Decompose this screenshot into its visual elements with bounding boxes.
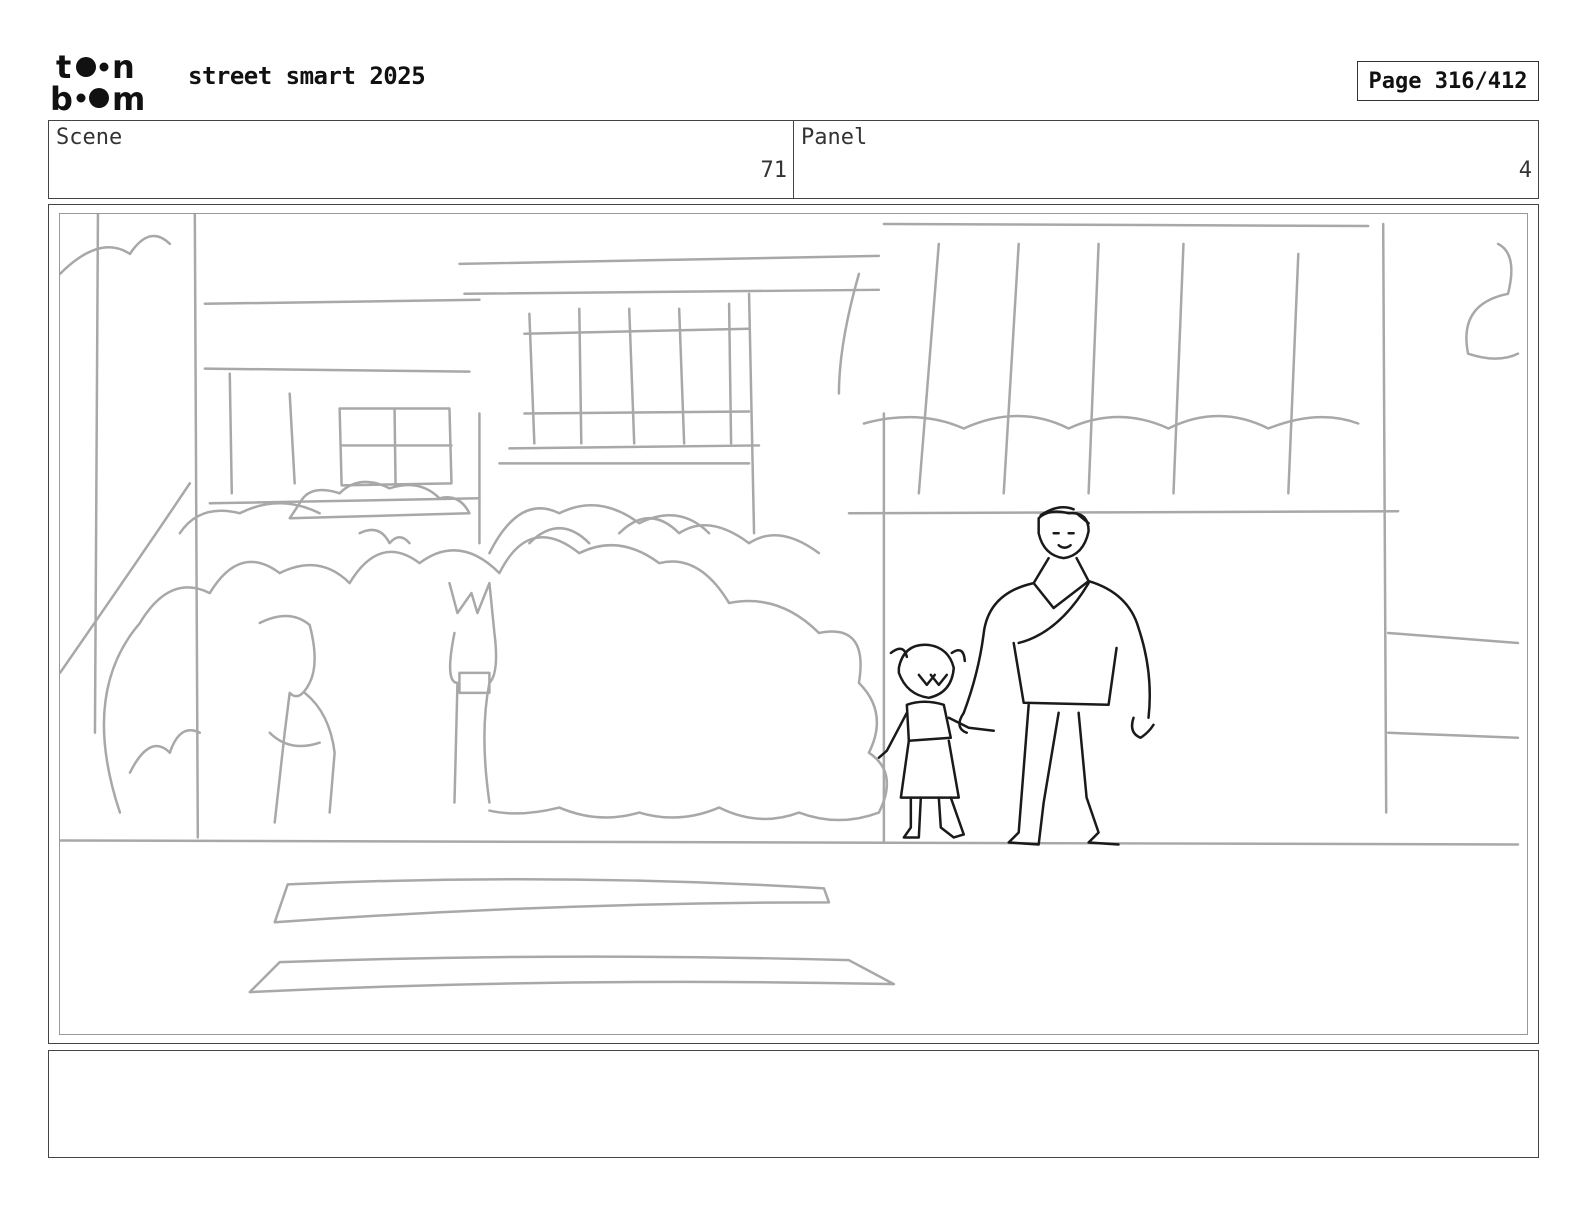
scene-label: Scene <box>56 125 123 150</box>
scene-number: 71 <box>760 158 788 183</box>
storyboard-panel <box>48 204 1539 1044</box>
panel-number: 4 <box>1518 158 1532 183</box>
page-counter: Page 316/412 <box>1357 61 1539 101</box>
logo-mark: t n b m <box>50 50 145 112</box>
scene-cell: Scene 71 <box>49 121 793 198</box>
panel-safe-area <box>59 213 1528 1035</box>
background-sketch <box>60 214 1520 994</box>
scene-panel-info: Scene 71 Panel 4 <box>48 120 1539 199</box>
panel-label: Panel <box>801 125 868 150</box>
toon-boom-logo: t n b m <box>50 50 166 112</box>
project-title: street smart 2025 <box>188 62 426 90</box>
panel-notes <box>48 1050 1539 1158</box>
foreground-characters <box>877 506 1155 846</box>
svg-text:m: m <box>112 80 145 112</box>
panel-cell: Panel 4 <box>793 121 1538 198</box>
svg-text:b: b <box>50 80 73 112</box>
sketch-drawing <box>60 214 1520 994</box>
